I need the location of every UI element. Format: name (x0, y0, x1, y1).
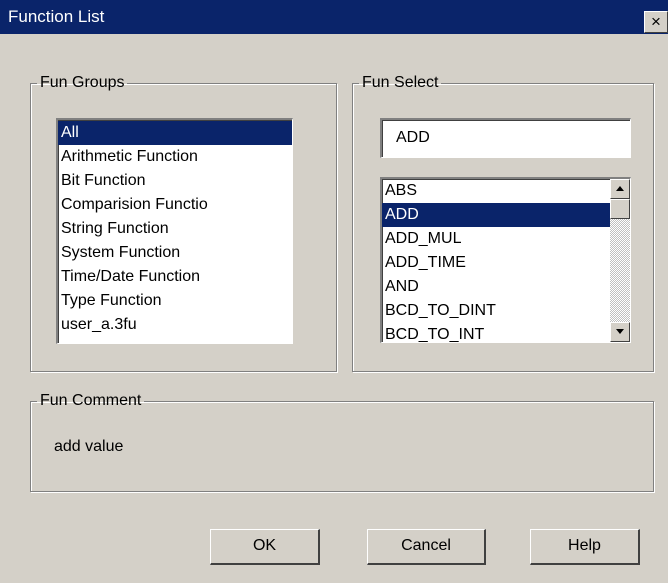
fun-select-list[interactable]: ABS ADD ADD_MUL ADD_TIME AND BCD_TO_DINT BCD_T… (380, 177, 631, 343)
fun-groups-legend: Fun Groups (40, 74, 125, 91)
scroll-down-button[interactable] (610, 322, 630, 342)
fun-select-input[interactable]: ADD (380, 118, 631, 158)
fun-group-item[interactable]: Arithmetic Function (58, 145, 292, 169)
fun-comment-group: Fun Comment (30, 392, 654, 492)
fun-group-item[interactable]: String Function (58, 217, 292, 241)
fun-group-item[interactable]: user_a.3fu (58, 313, 292, 337)
fun-group-item[interactable]: Time/Date Function (58, 265, 292, 289)
fun-group-item[interactable]: Bit Function (58, 169, 292, 193)
fun-comment-legend: Fun Comment (40, 392, 142, 409)
ok-button[interactable]: OK (210, 529, 320, 565)
function-item[interactable]: ADD_MUL (382, 227, 610, 251)
scroll-thumb[interactable] (610, 199, 630, 219)
fun-group-item[interactable]: System Function (58, 241, 292, 265)
fun-comment-text: add value (54, 438, 124, 455)
arrow-down-icon (616, 329, 624, 334)
function-item[interactable]: ADD_TIME (382, 251, 610, 275)
function-item[interactable]: AND (382, 275, 610, 299)
fun-groups-list[interactable]: All Arithmetic Function Bit Function Compar… (56, 118, 293, 344)
help-button[interactable]: Help (530, 529, 640, 565)
fun-group-item[interactable]: Type Function (58, 289, 292, 313)
function-item[interactable]: BCD_TO_DINT (382, 299, 610, 323)
arrow-up-icon (616, 186, 624, 191)
function-item[interactable]: ABS (382, 179, 610, 203)
fun-group-item[interactable]: Comparision Functio (58, 193, 292, 217)
close-button[interactable]: × (644, 11, 668, 33)
fun-group-item[interactable]: All (58, 121, 292, 145)
cancel-button[interactable]: Cancel (367, 529, 486, 565)
function-item[interactable]: BCD_TO_INT (382, 323, 610, 342)
fun-select-scrollbar[interactable] (610, 179, 630, 342)
title-bar[interactable]: Function List × (0, 0, 668, 34)
scroll-up-button[interactable] (610, 179, 630, 199)
fun-select-legend: Fun Select (362, 74, 439, 91)
window-title: Function List (8, 7, 105, 26)
function-item[interactable]: ADD (382, 203, 610, 227)
